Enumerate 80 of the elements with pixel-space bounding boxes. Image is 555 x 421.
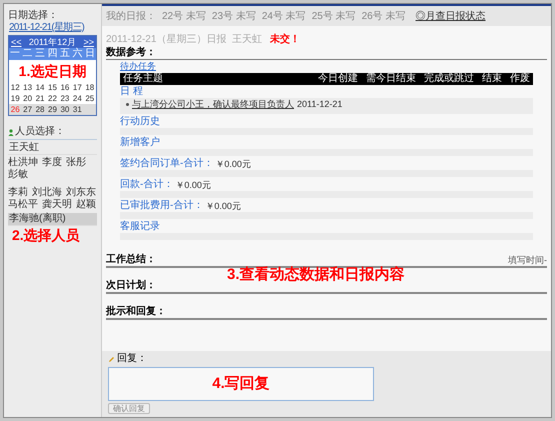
calendar-day[interactable]: 25 (84, 93, 96, 104)
calendar-day[interactable]: 31 (71, 104, 84, 115)
report-day-status: 25号 未写 (312, 10, 356, 24)
report-status: 未交！ (270, 34, 300, 46)
annotation: 1.选定日期 (18, 62, 88, 81)
section-link[interactable]: 行动历史 (120, 116, 160, 128)
reply-label: 回复： (117, 353, 147, 365)
calendar-day[interactable]: 18 (84, 82, 96, 93)
person-icon (8, 128, 14, 136)
section-value: ￥0.00元 (175, 179, 211, 191)
weekday-label: 三 (34, 48, 46, 60)
month-title: 2011年12月 (28, 36, 76, 48)
calendar-day[interactable]: 20 (21, 93, 34, 104)
calendar-day[interactable]: 17 (71, 82, 84, 93)
calendar-day[interactable]: 13 (21, 82, 34, 93)
person-item[interactable]: 杜洪坤 (8, 157, 38, 169)
section-heading: 工作总结： (106, 254, 156, 266)
section-link[interactable]: 签约合同订单-合计： (120, 158, 214, 170)
people-label: 人员选择： (15, 126, 65, 138)
calendar-day[interactable]: 12 (9, 82, 22, 93)
calendar-day[interactable]: 28 (34, 104, 46, 115)
schedule-date: 2011-12-21 (297, 98, 342, 110)
section-link[interactable]: 日 程 (120, 86, 533, 98)
person-item[interactable]: 张彤 (66, 157, 86, 169)
annotation: 2.选择人员 (11, 226, 81, 244)
section-link[interactable]: 新增客户 (120, 137, 160, 149)
report-status-text: 我的日报： (106, 10, 156, 24)
person-item[interactable]: 刘东东 (66, 187, 96, 199)
weekday-label: 一 (9, 48, 22, 60)
next-month-link[interactable]: >> (83, 36, 94, 48)
person-item[interactable]: 赵颖 (76, 199, 96, 211)
weekday-label: 日 (84, 48, 96, 60)
person-item[interactable]: 刘北海 (32, 187, 62, 199)
section-link[interactable]: 客服记录 (120, 221, 160, 233)
section-link[interactable]: 待办任务 (120, 61, 156, 71)
schedule-link[interactable]: 与上湾分公司小王，确认最终项目负责人 (132, 98, 294, 110)
section-heading: 次日计划： (106, 280, 547, 294)
calendar-day[interactable]: 29 (46, 104, 59, 115)
person-item[interactable]: 李海驰(离职) (8, 213, 97, 226)
calendar-day[interactable]: 19 (9, 93, 22, 104)
person-item[interactable]: 李莉 (8, 187, 28, 199)
report-day-status: 24号 未写 (262, 10, 306, 24)
weekday-label: 六 (71, 48, 84, 60)
section-value: ￥0.00元 (205, 200, 241, 212)
person-item[interactable]: 彭敏 (8, 169, 28, 181)
calendar-day[interactable]: 14 (34, 82, 46, 93)
date-link[interactable]: 2011-12-21(星期三) (8, 22, 97, 34)
calendar-day[interactable]: 16 (58, 82, 72, 93)
calendar-day[interactable]: 23 (58, 93, 72, 104)
weekday-label: 二 (22, 48, 34, 60)
report-day-status: 26号 未写 (362, 10, 406, 24)
report-day-status: 22号 未写 (162, 10, 206, 24)
person-item[interactable]: 马松平 (8, 199, 38, 211)
calendar-day[interactable]: 21 (34, 93, 46, 104)
calendar-day[interactable]: 30 (58, 104, 72, 115)
weekday-label: 五 (58, 48, 71, 60)
fill-time-label: 填写时间- (508, 254, 547, 266)
month-status-link[interactable]: ◎月查日报状态 (416, 8, 486, 24)
weekday-label: 四 (46, 48, 58, 60)
person-item[interactable]: 李度 (42, 157, 62, 169)
report-title: 2011-12-21（星期三）日报 王天虹 (106, 34, 262, 46)
person-item[interactable]: 龚天明 (42, 199, 72, 211)
section-link[interactable]: 已审批费用-合计： (120, 200, 204, 212)
date-label: 日期选择： (8, 10, 59, 22)
reply-input-field[interactable]: 4.写回复 (108, 367, 374, 401)
task-table-header: 任务主题 今日创建 需今日结束 完成或跳过 结束 作废 (120, 73, 533, 85)
bullet-icon (126, 102, 129, 106)
section-link[interactable]: 回款-合计： (120, 179, 174, 191)
annotation: 4.写回复 (212, 374, 270, 394)
calendar-day[interactable]: 22 (46, 93, 59, 104)
section-value: ￥0.00元 (215, 158, 251, 170)
section-heading: 数据参考： (106, 47, 547, 60)
calendar-day[interactable]: 24 (71, 93, 84, 104)
section-heading: 批示和回复： (106, 306, 547, 320)
person-item[interactable]: 王天虹 (8, 142, 97, 155)
calendar-day[interactable]: 15 (46, 82, 59, 93)
pencil-icon (108, 356, 115, 362)
prev-month-link[interactable]: << (11, 36, 22, 48)
report-day-status: 23号 未写 (212, 10, 256, 24)
calendar-day[interactable]: 27 (21, 104, 34, 115)
